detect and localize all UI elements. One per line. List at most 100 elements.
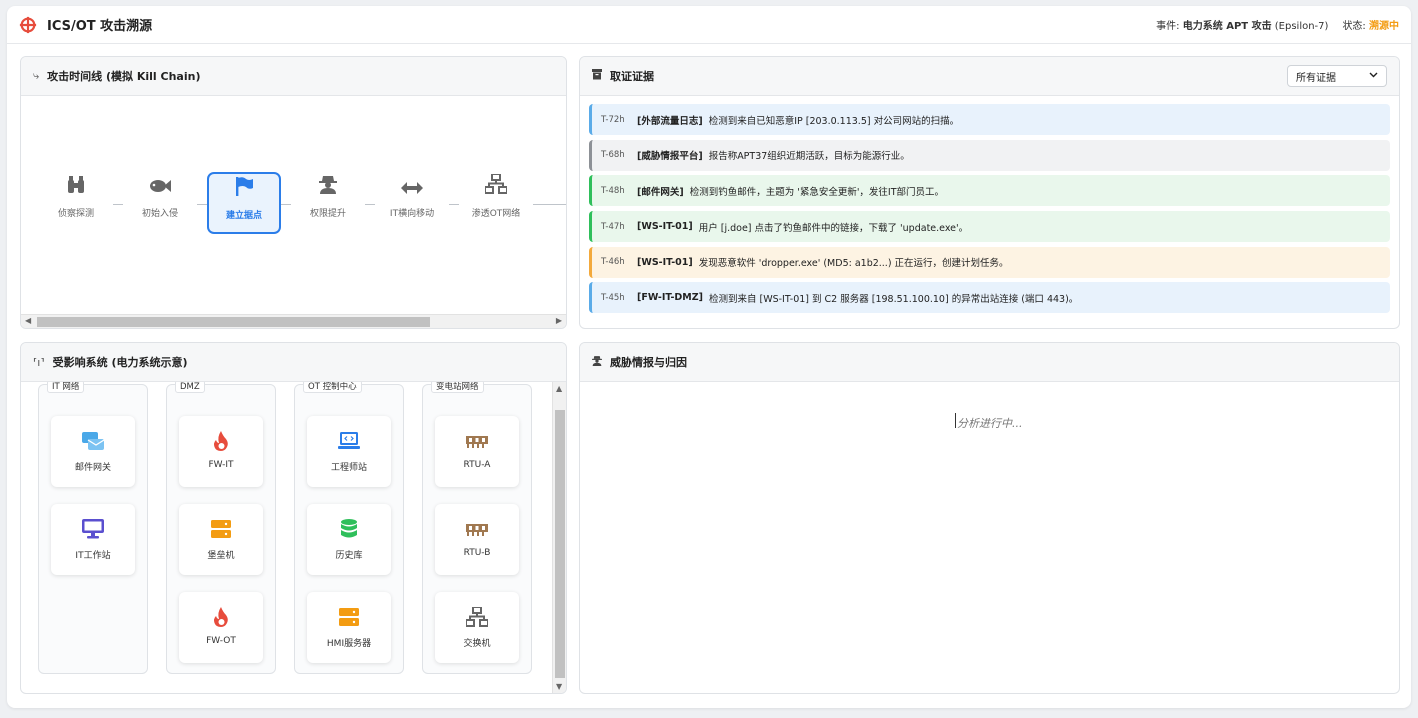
timeline-title: 攻击时间线 (模拟 Kill Chain)	[47, 70, 201, 83]
node-label: 堡垒机	[207, 551, 235, 561]
evidence-time: T-68h	[601, 150, 625, 161]
status-badge: 溯源中	[1369, 21, 1399, 32]
step-foothold[interactable]: 建立据点	[207, 172, 281, 234]
node-fw-ot[interactable]: FW-OT	[179, 592, 263, 663]
fish-icon	[123, 172, 197, 200]
chevron-down-icon	[1369, 71, 1378, 81]
evidence-item[interactable]: T-47h [WS-IT-01] 用户 [j.doe] 点击了钓鱼邮件中的链接，…	[589, 211, 1390, 243]
node-hmi-server[interactable]: HMI服务器	[307, 592, 391, 663]
scroll-up-icon[interactable]: ▲	[556, 384, 562, 393]
node-historian[interactable]: 历史库	[307, 504, 391, 575]
evidence-text: 用户 [j.doe] 点击了钓鱼邮件中的链接，下载了 'update.exe'。	[698, 222, 969, 234]
evidence-item[interactable]: T-68h [威胁情报平台] 报告称APT37组织近期活跃，目标为能源行业。	[589, 139, 1390, 171]
fire-icon	[179, 607, 263, 627]
evidence-list: T-72h [外部流量日志] 检测到来自已知恶意IP [203.0.113.5]…	[580, 96, 1399, 314]
node-label: 交换机	[463, 639, 491, 649]
flag-icon	[209, 174, 279, 202]
evidence-item[interactable]: T-45h [FW-IT-DMZ] 检测到来自 [WS-IT-01] 到 C2 …	[589, 282, 1390, 314]
binoculars-icon	[39, 172, 113, 200]
incident-info: 事件: 电力系统 APT 攻击 (Epsilon-7) 状态: 溯源中	[1156, 17, 1399, 32]
step-ot-infiltration[interactable]: 渗透OT网络	[459, 172, 533, 234]
step-initial-access[interactable]: 初始入侵	[123, 172, 197, 234]
node-label: RTU-A	[463, 460, 491, 470]
zone-label: IT 网络	[47, 382, 85, 393]
evidence-text: 检测到钓鱼邮件，主题为 '紧急安全更新'，发往IT部门员工。	[689, 186, 945, 198]
zone-label: OT 控制中心	[303, 382, 362, 393]
server-icon	[307, 607, 391, 627]
user-secret-icon	[291, 172, 365, 200]
evidence-time: T-45h	[601, 292, 625, 303]
evidence-item[interactable]: T-46h [WS-IT-01] 发现恶意软件 'dropper.exe' (M…	[589, 246, 1390, 278]
evidence-source: [邮件网关]	[637, 186, 684, 198]
scroll-right-icon[interactable]: ▶	[556, 316, 562, 325]
node-bastion[interactable]: 堡垒机	[179, 504, 263, 575]
scroll-left-icon[interactable]: ◀	[25, 316, 31, 325]
node-rtu-b[interactable]: RTU-B	[435, 504, 519, 575]
node-fw-it[interactable]: FW-IT	[179, 416, 263, 487]
node-switch[interactable]: 交换机	[435, 592, 519, 663]
route-icon: ⤷	[33, 69, 40, 82]
network-icon	[459, 172, 533, 200]
step-label: 初始入侵	[141, 209, 178, 219]
evidence-time: T-46h	[601, 257, 625, 268]
node-label: 历史库	[335, 551, 363, 561]
app-title: ICS/OT 攻击溯源	[47, 19, 153, 34]
incident-name: 电力系统 APT 攻击	[1182, 21, 1272, 32]
incident-code: (Epsilon-7)	[1274, 21, 1329, 32]
step-label: 建立据点	[225, 211, 262, 221]
intel-panel: 威胁情报与归因 分析进行中...	[579, 342, 1400, 694]
evidence-filter-select[interactable]: 所有证据	[1287, 65, 1387, 87]
timeline-panel: ⤷ 攻击时间线 (模拟 Kill Chain) 侦察探测 初始入侵 建立据点 权…	[20, 56, 567, 329]
intel-status: 分析进行中...	[957, 417, 1023, 430]
node-label: FW-IT	[208, 460, 234, 470]
database-icon	[307, 519, 391, 539]
fire-icon	[179, 431, 263, 451]
memory-icon	[435, 431, 519, 451]
mail-gateway-icon	[51, 431, 135, 451]
zone-substation: 变电站网络 RTU-A RTU-B 交换机	[422, 382, 532, 674]
evidence-time: T-47h	[601, 221, 625, 232]
evidence-panel: 取证证据 所有证据 T-72h [外部流量日志] 检测到来自已知恶意IP [20…	[579, 56, 1400, 329]
node-it-workstation[interactable]: IT工作站	[51, 504, 135, 575]
laptop-code-icon	[307, 431, 391, 451]
network-icon	[435, 607, 519, 627]
top-bar: ICS/OT 攻击溯源 事件: 电力系统 APT 攻击 (Epsilon-7) …	[7, 6, 1411, 44]
evidence-item[interactable]: T-48h [邮件网关] 检测到钓鱼邮件，主题为 '紧急安全更新'，发往IT部门…	[589, 175, 1390, 207]
zone-label: 变电站网络	[431, 382, 484, 393]
user-secret-icon	[592, 355, 602, 369]
scrollbar-thumb[interactable]	[37, 317, 430, 327]
scroll-down-icon[interactable]: ▼	[556, 682, 562, 691]
systems-title: 受影响系统 (电力系统示意)	[52, 356, 188, 369]
evidence-text: 发现恶意软件 'dropper.exe' (MD5: a1b2...) 正在运行…	[698, 258, 1009, 270]
step-lateral-movement[interactable]: IT横向移动	[375, 172, 449, 234]
status-label: 状态:	[1342, 21, 1366, 32]
systems-body: IT 网络 邮件网关 IT工作站 DMZ FW-IT 堡垒机 FW-OT OT …	[21, 382, 566, 693]
server-icon	[179, 519, 263, 539]
node-rtu-a[interactable]: RTU-A	[435, 416, 519, 487]
archive-icon	[592, 69, 602, 83]
timeline-scrollbar[interactable]: ◀ ▶	[21, 314, 566, 328]
crosshair-icon	[19, 16, 37, 33]
systems-header: ⸢ı⸣ 受影响系统 (电力系统示意)	[21, 343, 566, 382]
node-engineering-station[interactable]: 工程师站	[307, 416, 391, 487]
evidence-item[interactable]: T-72h [外部流量日志] 检测到来自已知恶意IP [203.0.113.5]…	[589, 104, 1390, 135]
node-mail-gateway[interactable]: 邮件网关	[51, 416, 135, 487]
status-info: 状态: 溯源中	[1342, 17, 1399, 32]
evidence-time: T-72h	[601, 114, 625, 125]
zone-ot-control: OT 控制中心 工程师站 历史库 HMI服务器	[294, 382, 404, 674]
evidence-source: [外部流量日志]	[637, 115, 703, 127]
step-recon[interactable]: 侦察探测	[39, 172, 113, 234]
node-label: RTU-B	[463, 548, 491, 558]
timeline-header: ⤷ 攻击时间线 (模拟 Kill Chain)	[21, 57, 566, 96]
evidence-source: [WS-IT-01]	[637, 256, 693, 268]
step-privilege-escalation[interactable]: 权限提升	[291, 172, 365, 234]
node-label: 工程师站	[330, 463, 367, 473]
node-label: HMI服务器	[326, 639, 372, 649]
systems-scrollbar[interactable]: ▲ ▼	[552, 382, 566, 693]
desktop-icon	[51, 519, 135, 539]
timeline-body: 侦察探测 初始入侵 建立据点 权限提升 IT横向移动 渗透OT网络 ◀ ▶	[21, 96, 566, 328]
scrollbar-thumb[interactable]	[555, 410, 565, 678]
evidence-text: 检测到来自 [WS-IT-01] 到 C2 服务器 [198.51.100.10…	[708, 293, 1079, 305]
evidence-source: [FW-IT-DMZ]	[637, 292, 703, 304]
step-label: 渗透OT网络	[471, 209, 521, 219]
